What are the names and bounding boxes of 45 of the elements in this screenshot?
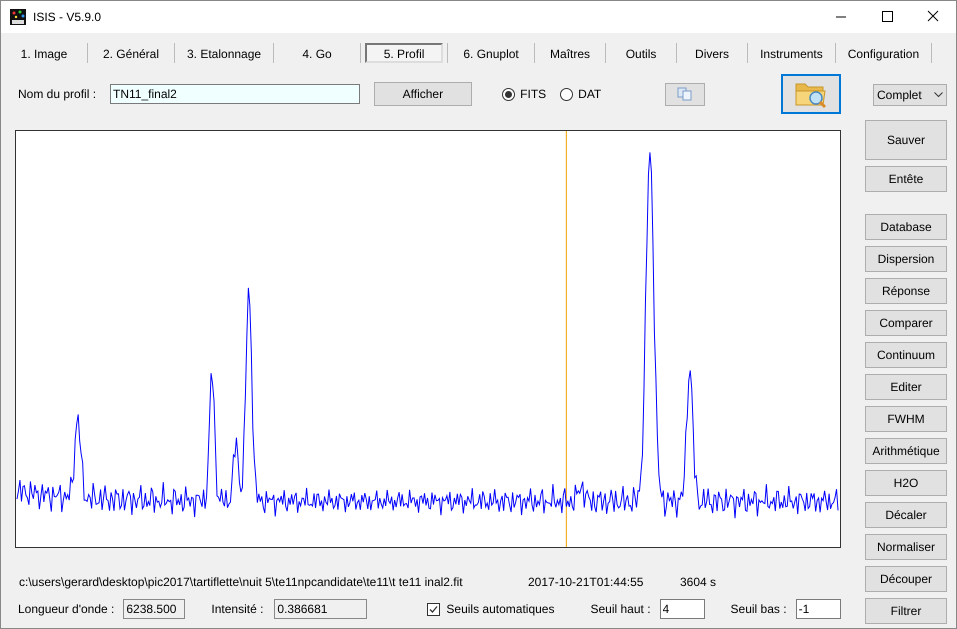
side-button[interactable]: Arithmétique bbox=[865, 438, 947, 464]
side-button[interactable]: Entête bbox=[865, 166, 947, 192]
side-button[interactable]: Découper bbox=[865, 566, 947, 592]
threshold-low-field[interactable]: -1 bbox=[796, 599, 841, 619]
side-button[interactable]: Filtrer bbox=[865, 598, 947, 624]
side-button[interactable]: Dispersion bbox=[865, 246, 947, 272]
tab[interactable]: 2. Général bbox=[92, 43, 170, 63]
tab[interactable]: 1. Image bbox=[5, 43, 83, 63]
intensity-field[interactable]: 0.386681 bbox=[274, 599, 368, 619]
tab[interactable]: 4. Go bbox=[278, 43, 356, 63]
profile-name-field[interactable]: TN11_final2 bbox=[110, 84, 360, 104]
tab[interactable]: Outils bbox=[610, 43, 672, 63]
exposure-time: 3604 s bbox=[680, 574, 716, 591]
side-button[interactable]: Décaler bbox=[865, 502, 947, 528]
window-title: ISIS - V5.9.0 bbox=[33, 9, 102, 26]
side-button[interactable]: Database bbox=[865, 214, 947, 240]
intensity-label: Intensité : bbox=[211, 601, 264, 618]
side-button[interactable]: FWHM bbox=[865, 406, 947, 432]
tab[interactable]: 6. Gnuplot bbox=[452, 43, 530, 63]
tab[interactable]: Configuration bbox=[840, 43, 928, 63]
tab[interactable]: 5. Profil bbox=[365, 43, 444, 63]
side-button[interactable]: Réponse bbox=[865, 278, 947, 304]
wavelength-field[interactable]: 6238.500 bbox=[123, 599, 186, 619]
side-button[interactable]: Continuum bbox=[865, 342, 947, 368]
tab[interactable]: Instruments bbox=[752, 43, 831, 63]
side-button[interactable]: Comparer bbox=[865, 310, 947, 336]
side-button[interactable]: Editer bbox=[865, 374, 947, 400]
checkbox-label: Seuils automatiques bbox=[446, 601, 554, 618]
radio-label: DAT bbox=[578, 86, 602, 103]
file-path: c:\users\gerard\desktop\pic2017\tartiflette\nuit 5\te11npcandidate\te11\t te11 inal2.fit bbox=[19, 574, 464, 591]
tab[interactable]: Divers bbox=[681, 43, 744, 63]
observation-datetime: 2017-10-21T01:44:55 bbox=[528, 574, 644, 591]
radio-label: FITS bbox=[520, 86, 546, 103]
tab[interactable]: 3. Etalonnage bbox=[179, 43, 270, 63]
profile-name-label: Nom du profil : bbox=[18, 86, 96, 103]
wavelength-label: Longueur d'onde : bbox=[18, 601, 114, 618]
side-button[interactable]: H2O bbox=[865, 470, 947, 496]
threshold-high-label: Seuil haut : bbox=[590, 601, 651, 618]
tab[interactable]: Maîtres bbox=[539, 43, 602, 63]
mode-dropdown[interactable]: Complet bbox=[873, 84, 947, 106]
threshold-high-field[interactable]: 4 bbox=[660, 599, 705, 619]
side-button[interactable]: Normaliser bbox=[865, 534, 947, 560]
afficher-button[interactable]: Afficher bbox=[374, 82, 472, 106]
threshold-low-label: Seuil bas : bbox=[730, 601, 787, 618]
side-button[interactable]: Sauver bbox=[865, 120, 947, 160]
